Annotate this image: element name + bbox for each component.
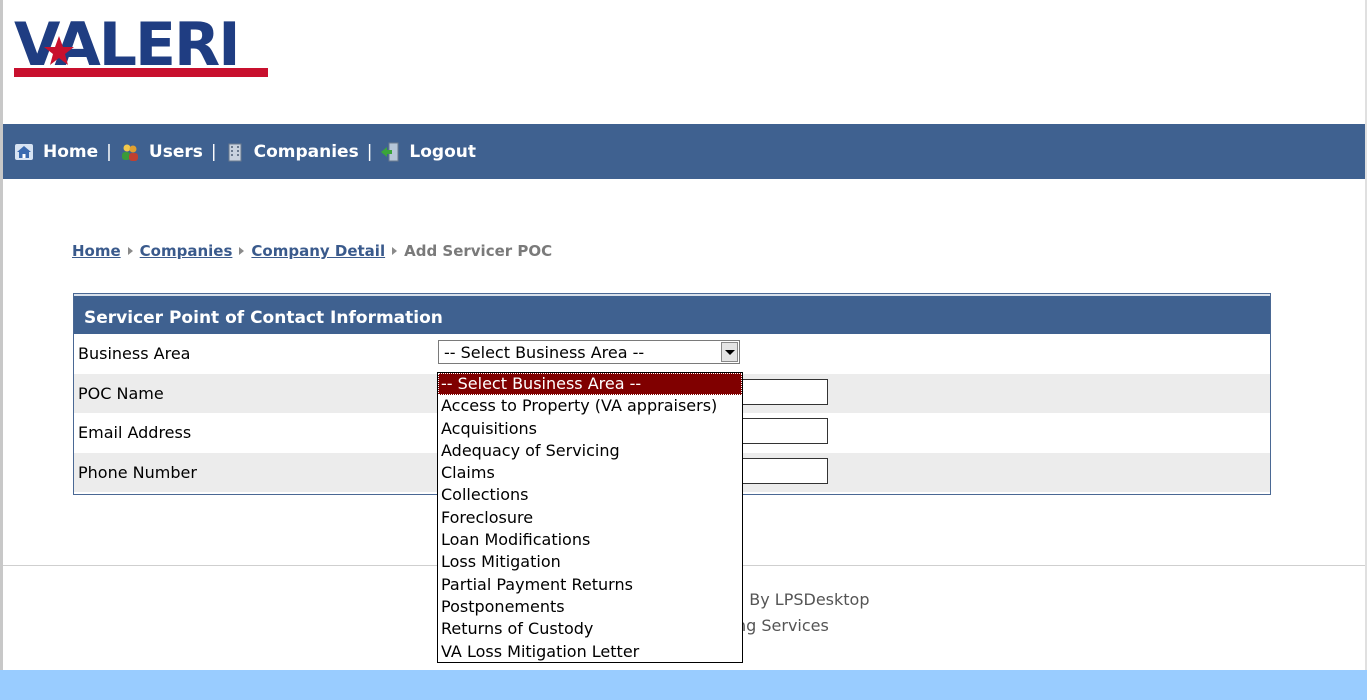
form-row-business-area: Business Area -- Select Business Area -- xyxy=(74,334,1270,374)
breadcrumb-companies[interactable]: Companies xyxy=(140,242,233,260)
breadcrumb-arrow-icon xyxy=(127,247,133,255)
users-icon xyxy=(121,144,138,161)
dropdown-option[interactable]: Loan Modifications xyxy=(438,529,742,551)
dropdown-option[interactable]: Returns of Custody xyxy=(438,618,742,640)
nav-companies-label: Companies xyxy=(253,141,359,162)
breadcrumb-arrow-icon xyxy=(392,247,398,255)
dropdown-option[interactable]: Partial Payment Returns xyxy=(438,574,742,596)
nav-users[interactable]: Users xyxy=(120,142,203,162)
email-input[interactable] xyxy=(740,418,828,444)
nav-home-label: Home xyxy=(43,141,99,162)
business-area-dropdown-list[interactable]: -- Select Business Area -- Access to Prop… xyxy=(437,372,743,663)
nav-separator: | xyxy=(106,141,112,162)
poc-name-label: POC Name xyxy=(78,383,164,403)
nav-companies[interactable]: Companies xyxy=(225,142,359,162)
nav-logout-label: Logout xyxy=(409,141,477,162)
nav-separator: | xyxy=(210,141,217,162)
dropdown-option[interactable]: -- Select Business Area -- xyxy=(438,373,742,396)
dropdown-option[interactable]: VA Loss Mitigation Letter xyxy=(438,641,742,663)
page-frame-left xyxy=(0,0,3,670)
breadcrumb-home[interactable]: Home xyxy=(72,242,121,260)
dropdown-option[interactable]: Claims xyxy=(438,462,742,484)
top-nav-bar: Home | Users | Companies | Logout xyxy=(3,124,1365,179)
svg-text:VALERI: VALERI xyxy=(14,10,239,80)
breadcrumb-company-detail[interactable]: Company Detail xyxy=(251,242,385,260)
dropdown-option[interactable]: Postponements xyxy=(438,596,742,618)
footer-powered-by: d By LPSDesktop xyxy=(734,590,870,609)
dropdown-option[interactable]: Acquisitions xyxy=(438,418,742,440)
phone-input[interactable] xyxy=(740,457,828,484)
dropdown-option[interactable]: Foreclosure xyxy=(438,507,742,529)
building-icon xyxy=(228,143,242,161)
footer-services: ng Services xyxy=(736,616,829,635)
phone-label: Phone Number xyxy=(78,462,197,482)
bottom-bar xyxy=(0,670,1367,700)
nav-logout[interactable]: Logout xyxy=(380,142,476,162)
nav-home[interactable]: Home xyxy=(14,142,98,162)
business-area-select-value: -- Select Business Area -- xyxy=(444,343,645,362)
home-icon xyxy=(15,143,33,160)
chevron-down-icon[interactable] xyxy=(721,342,738,362)
breadcrumb: Home Companies Company Detail Add Servic… xyxy=(72,242,552,260)
business-area-select[interactable]: -- Select Business Area -- xyxy=(438,340,740,364)
business-area-label: Business Area xyxy=(78,344,191,363)
breadcrumb-current: Add Servicer POC xyxy=(404,242,553,260)
breadcrumb-arrow-icon xyxy=(239,247,245,255)
nav-separator: | xyxy=(366,141,373,162)
dropdown-option[interactable]: Loss Mitigation xyxy=(438,551,742,573)
dropdown-option[interactable]: Access to Property (VA appraisers) xyxy=(438,395,742,417)
dropdown-option[interactable]: Collections xyxy=(438,484,742,506)
form-title: Servicer Point of Contact Information xyxy=(74,294,1270,334)
logout-icon xyxy=(381,142,399,161)
valeri-logo: VALERI xyxy=(14,10,270,86)
dropdown-option[interactable]: Adequacy of Servicing xyxy=(438,440,742,462)
poc-name-input[interactable] xyxy=(740,378,828,405)
email-label: Email Address xyxy=(78,423,192,442)
nav-users-label: Users xyxy=(148,141,203,162)
